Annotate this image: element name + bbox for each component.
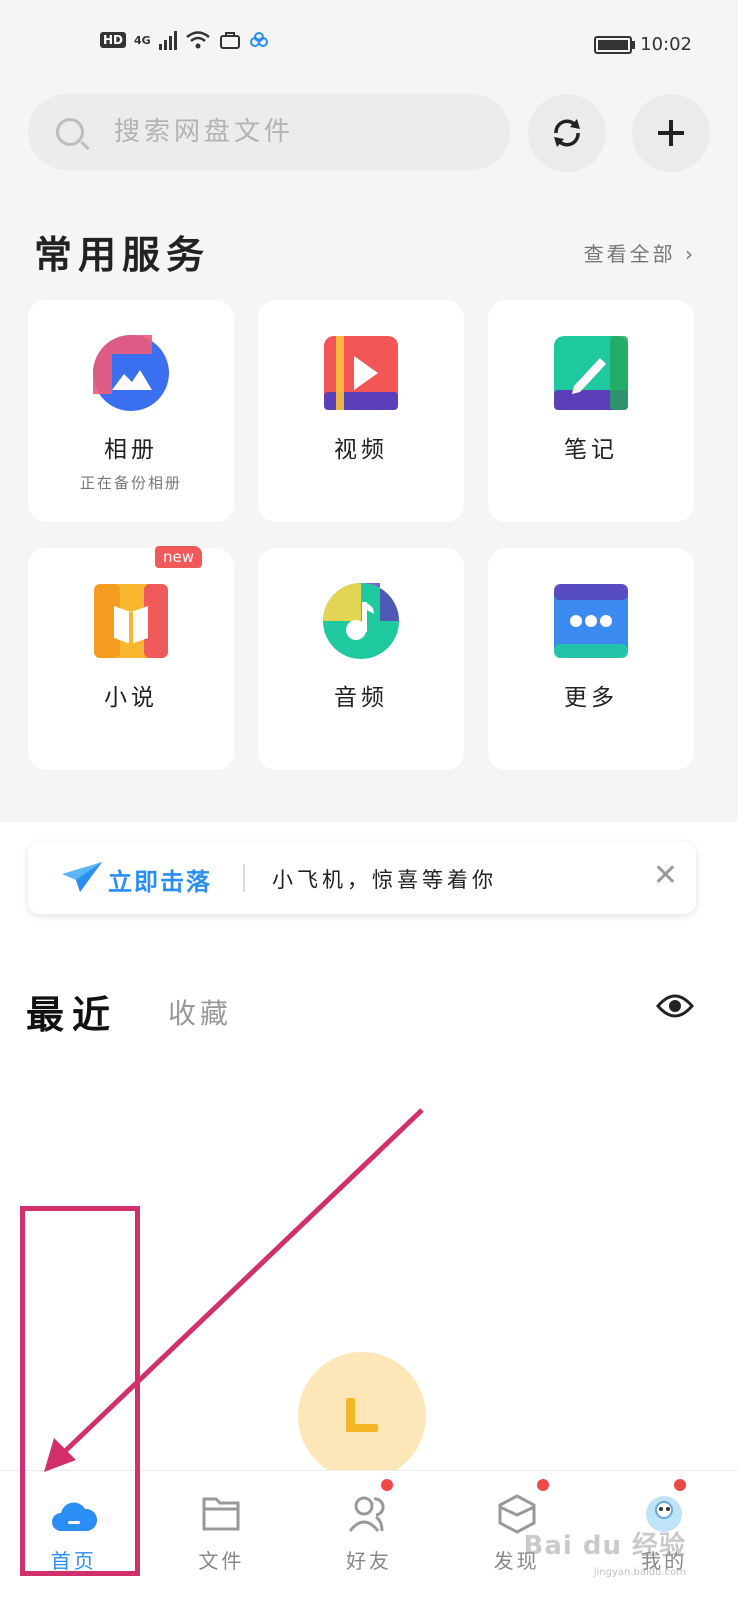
nav-label: 文件 [198, 1549, 245, 1573]
search-input[interactable] [112, 116, 496, 148]
tab-favorites[interactable]: 收藏 [168, 992, 232, 1032]
more-dots-icon [554, 584, 628, 658]
book-icon [94, 584, 168, 658]
clock: 10:02 [640, 34, 692, 55]
service-label: 更多 [564, 685, 618, 711]
friends-icon [348, 1496, 385, 1532]
nav-files[interactable]: 文件 [148, 1471, 296, 1601]
annotation-box [20, 1206, 140, 1576]
service-card-audio[interactable]: 音频 [258, 548, 464, 770]
tab-recent[interactable]: 最近 [26, 984, 118, 1039]
status-bar: HD 4G 10:02 [0, 0, 738, 74]
service-card-video[interactable]: 视频 [258, 300, 464, 522]
empty-state-clock [298, 1352, 426, 1480]
video-play-icon [324, 336, 398, 410]
bag-icon [219, 32, 240, 49]
network-type: 4G [134, 33, 151, 47]
service-label: 音频 [334, 685, 388, 711]
new-badge: new [154, 546, 202, 568]
notification-dot [674, 1479, 687, 1491]
folder-icon [202, 1497, 240, 1531]
promo-banner[interactable]: 立即击落 小飞机，惊喜等着你 ✕ [28, 842, 696, 914]
search-bar[interactable] [28, 94, 510, 170]
watermark-url: jingyan.baidu.com [593, 1567, 686, 1578]
service-sublabel: 正在备份相册 [79, 474, 182, 492]
promo-message: 小飞机，惊喜等着你 [272, 868, 497, 892]
watermark: Bai du 经验 [523, 1531, 686, 1561]
sync-button[interactable] [528, 94, 606, 172]
close-icon[interactable]: ✕ [653, 858, 678, 893]
service-label: 笔记 [564, 437, 618, 463]
service-label: 相册 [104, 437, 158, 463]
paper-plane-icon [62, 862, 102, 892]
hd-indicator: HD [100, 32, 127, 48]
add-button[interactable] [632, 94, 710, 172]
photo-album-icon [93, 335, 169, 411]
nav-friends[interactable]: 好友 [295, 1471, 443, 1601]
service-card-album[interactable]: 相册 正在备份相册 [28, 300, 234, 522]
notification-dot [381, 1479, 394, 1491]
search-icon [56, 118, 84, 146]
music-note-icon [323, 583, 399, 659]
battery-icon [594, 35, 636, 54]
service-label: 小说 [104, 685, 158, 711]
see-all-link[interactable]: 查看全部 › [584, 238, 696, 267]
services-title: 常用服务 [34, 233, 211, 277]
promo-cta[interactable]: 立即击落 [108, 862, 212, 897]
wifi-icon [185, 31, 210, 49]
signal-icon [158, 30, 177, 50]
divider [243, 864, 245, 892]
eye-icon[interactable] [656, 992, 694, 1020]
plus-icon [658, 120, 684, 146]
service-card-more[interactable]: 更多 [488, 548, 694, 770]
sync-icon [554, 119, 580, 147]
clock-icon [346, 1398, 378, 1432]
note-pencil-icon [554, 336, 628, 410]
service-label: 视频 [334, 437, 388, 463]
service-card-novel[interactable]: new 小说 [28, 546, 234, 770]
nav-label: 好友 [345, 1549, 392, 1573]
service-card-notes[interactable]: 笔记 [488, 300, 694, 522]
notification-dot [536, 1479, 549, 1491]
baidu-cloud-status-icon [249, 32, 268, 47]
